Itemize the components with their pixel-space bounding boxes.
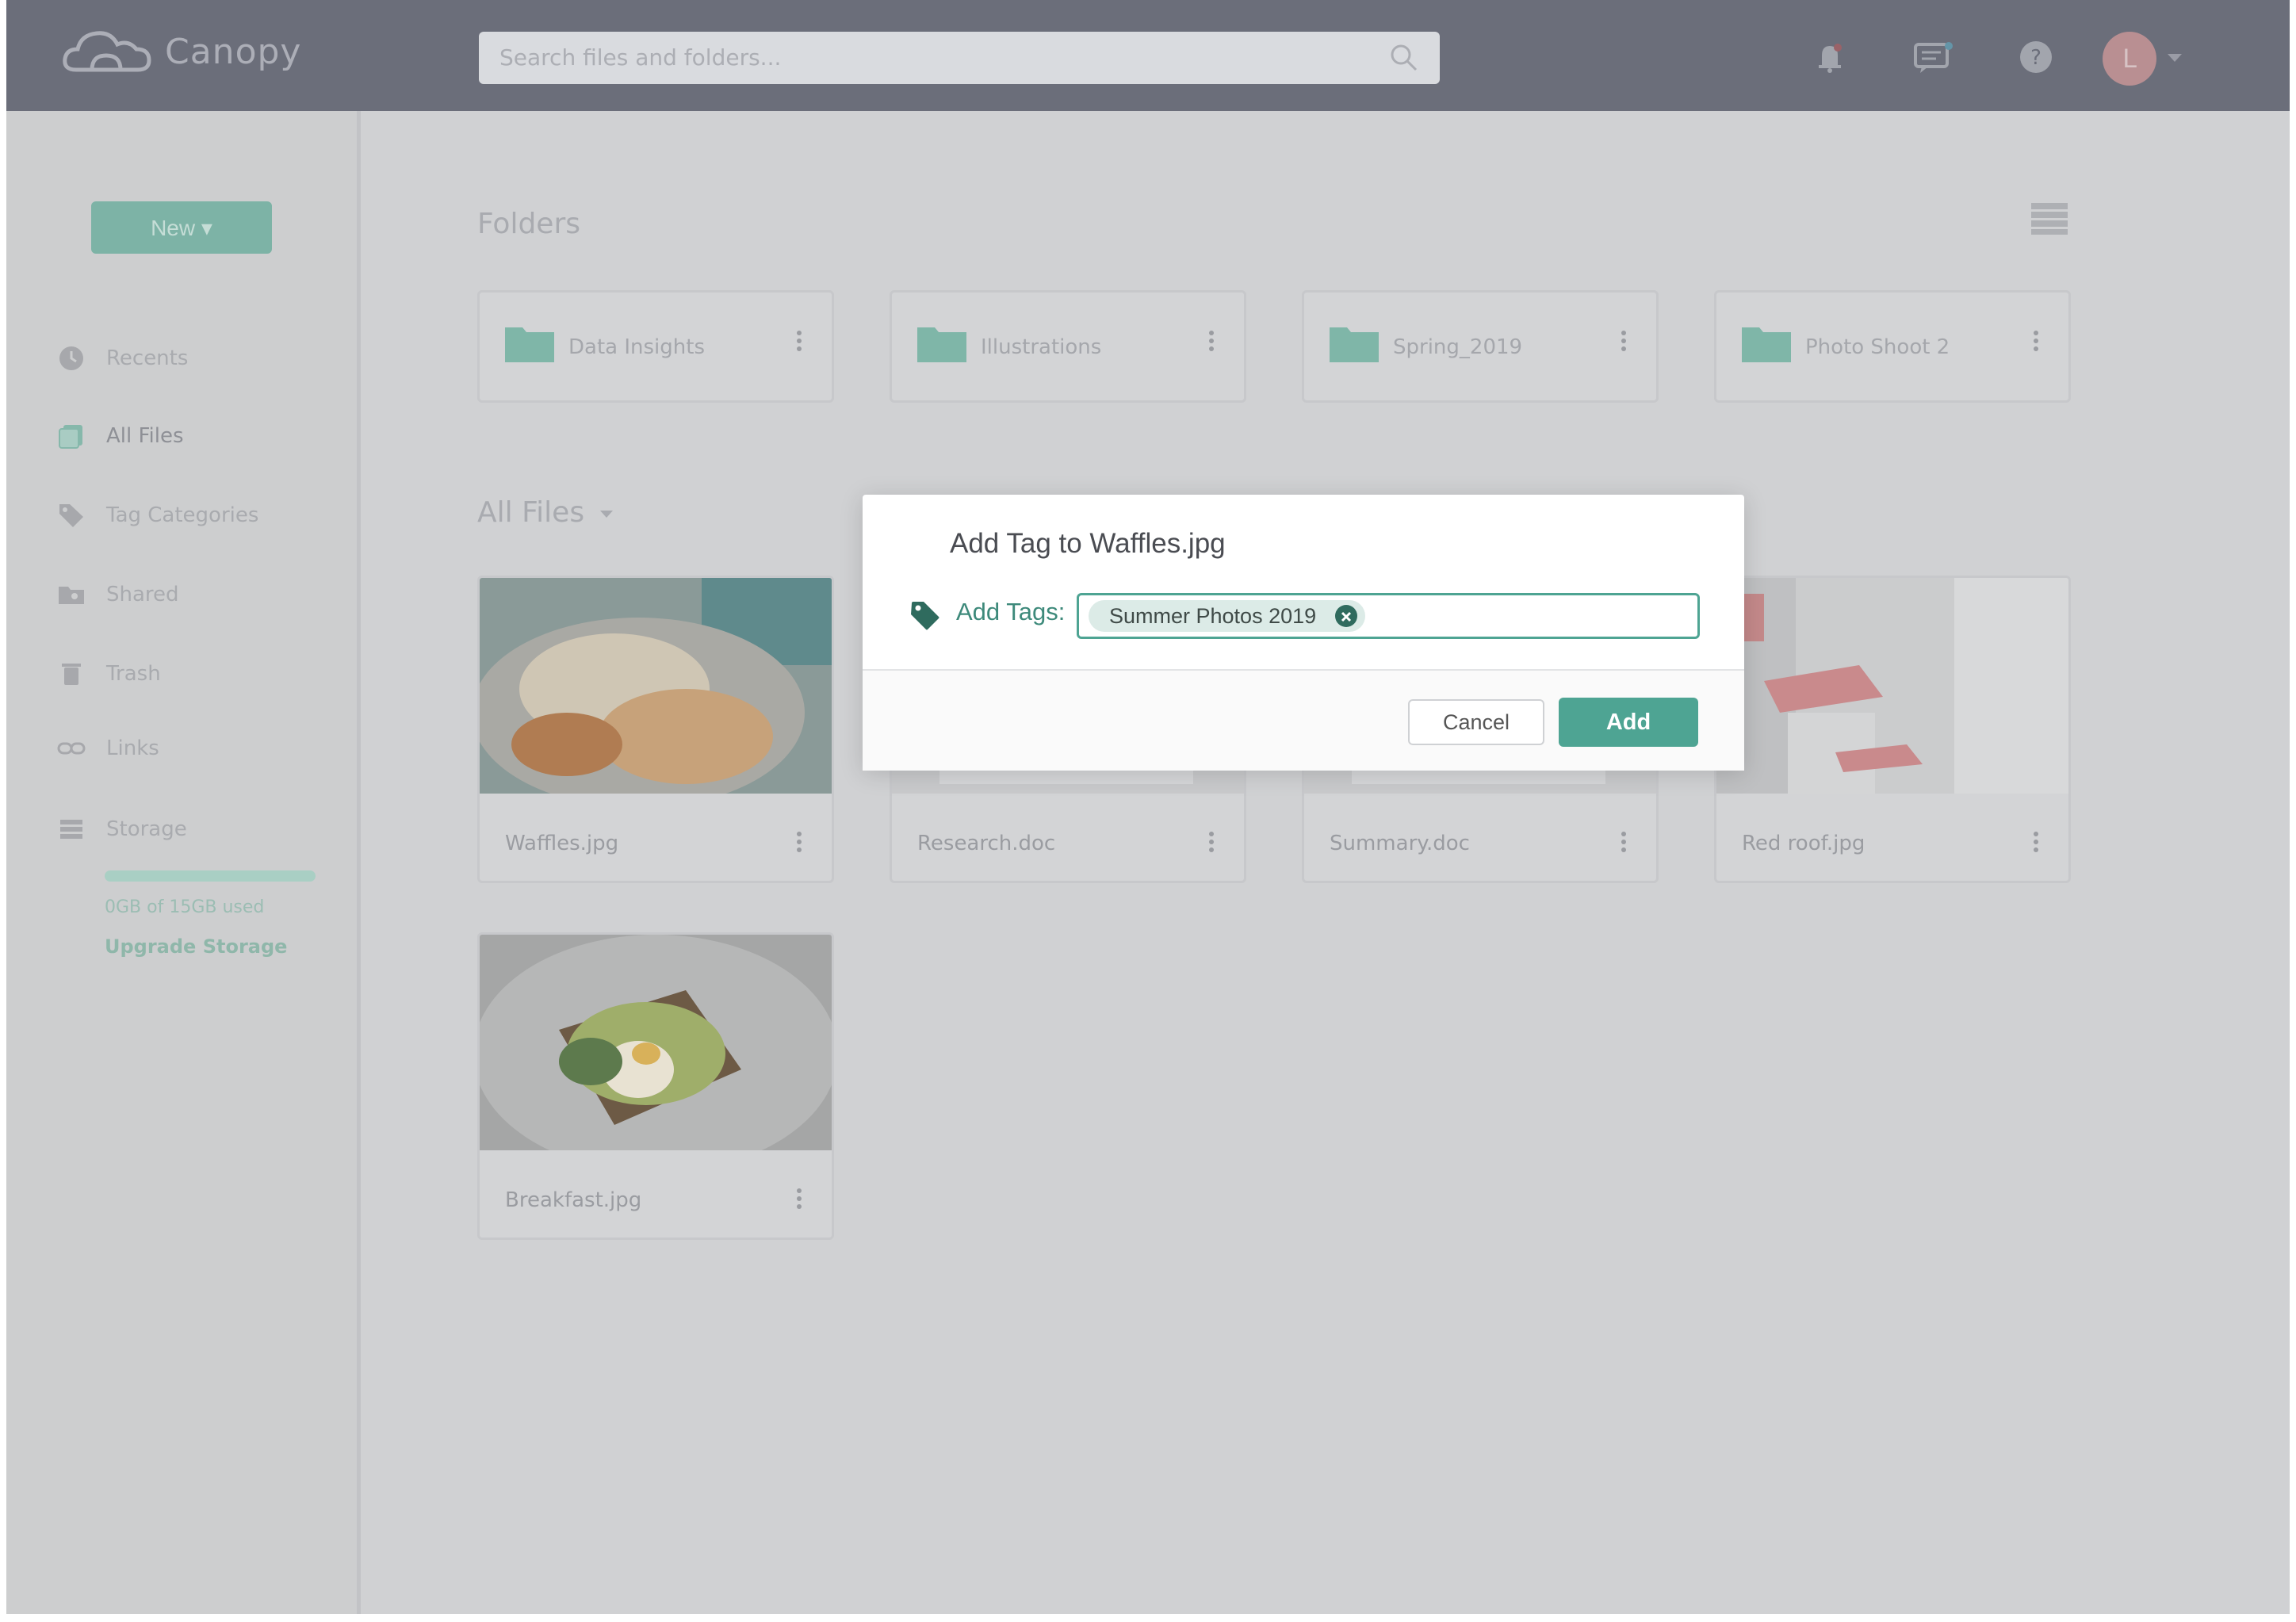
sidebar: New ▾ Recents All Files Tag Categories S… — [6, 111, 361, 1614]
more-options-icon[interactable] — [1621, 327, 1628, 354]
sidebar-item-recents[interactable]: Recents — [57, 344, 188, 373]
storage-icon — [60, 820, 82, 839]
sidebar-item-shared[interactable]: Shared — [57, 580, 179, 609]
more-options-icon[interactable] — [1621, 828, 1628, 855]
dialog-title: Add Tag to Waffles.jpg — [950, 528, 1226, 559]
storage-progress-bar — [105, 870, 316, 882]
folder-card[interactable]: Data Insights — [477, 290, 834, 403]
folder-icon — [1330, 327, 1379, 362]
app-name: Canopy — [165, 31, 302, 72]
folder-name: Photo Shoot 2 — [1805, 335, 1950, 359]
sidebar-item-label: Storage — [106, 817, 187, 841]
file-name: Waffles.jpg — [505, 832, 619, 855]
logo[interactable]: Canopy — [60, 24, 301, 79]
breakfast-thumbnail — [480, 935, 832, 1150]
chevron-down-icon — [599, 510, 613, 518]
sidebar-item-label: Tag Categories — [106, 503, 259, 527]
files-icon — [59, 425, 82, 449]
file-name: Breakfast.jpg — [505, 1188, 642, 1212]
more-options-icon[interactable] — [1209, 828, 1215, 855]
cloud-logo-icon — [63, 31, 151, 72]
bell-icon[interactable] — [1811, 38, 1849, 76]
upgrade-storage-link[interactable]: Upgrade Storage — [105, 935, 287, 958]
clock-icon — [59, 346, 83, 370]
more-options-icon[interactable] — [2034, 327, 2040, 354]
sidebar-item-label: All Files — [106, 424, 184, 448]
sidebar-item-links[interactable]: Links — [57, 734, 159, 763]
add-tag-dialog: Add Tag to Waffles.jpg Add Tags: Summer … — [863, 495, 1744, 771]
help-icon[interactable]: ? — [2017, 38, 2055, 76]
storage-used-text: 0GB of 15GB used — [105, 897, 265, 917]
remove-tag-icon[interactable] — [1335, 605, 1358, 627]
file-card[interactable]: Breakfast.jpg — [477, 932, 834, 1240]
search-input[interactable]: Search files and folders... — [479, 32, 1440, 84]
more-options-icon[interactable] — [2034, 828, 2040, 855]
chat-icon[interactable] — [1912, 38, 1955, 76]
new-button[interactable]: New ▾ — [91, 201, 272, 254]
folder-card[interactable]: Spring_2019 — [1302, 290, 1659, 403]
search-icon[interactable] — [1389, 43, 1419, 73]
sidebar-item-label: Shared — [106, 583, 179, 606]
all-files-title[interactable]: All Files — [477, 496, 613, 529]
folders-title: Folders — [477, 208, 581, 240]
tag-icon — [911, 602, 939, 630]
file-card[interactable]: Red roof.jpg — [1714, 576, 2071, 883]
list-view-icon[interactable] — [2031, 203, 2068, 235]
file-name: Research.doc — [917, 832, 1056, 855]
folder-icon — [505, 327, 554, 362]
sidebar-item-trash[interactable]: Trash — [57, 660, 161, 688]
sidebar-item-storage[interactable]: Storage — [57, 815, 187, 844]
avatar[interactable]: L — [2103, 32, 2156, 86]
file-name: Red roof.jpg — [1742, 832, 1866, 855]
folder-icon — [1742, 327, 1791, 362]
tags-input[interactable]: Summer Photos 2019 — [1077, 593, 1700, 639]
folder-name: Spring_2019 — [1393, 335, 1523, 359]
folder-card[interactable]: Photo Shoot 2 — [1714, 290, 2071, 403]
tag-chip: Summer Photos 2019 — [1089, 600, 1366, 632]
svg-text:?: ? — [2030, 46, 2042, 70]
folder-icon — [917, 327, 966, 362]
waffles-thumbnail — [480, 578, 832, 794]
sidebar-item-label: Links — [106, 736, 159, 760]
more-options-icon[interactable] — [797, 327, 803, 354]
top-bar: Canopy Search files and folders... ? L — [6, 0, 2290, 111]
folder-card[interactable]: Illustrations — [890, 290, 1246, 403]
search-placeholder: Search files and folders... — [499, 44, 782, 71]
trash-icon — [62, 664, 81, 685]
tag-icon — [59, 504, 83, 527]
more-options-icon[interactable] — [1209, 327, 1215, 354]
folder-name: Illustrations — [981, 335, 1102, 359]
more-options-icon[interactable] — [797, 1185, 803, 1212]
add-button[interactable]: Add — [1559, 698, 1698, 747]
app-window: Canopy Search files and folders... ? L N… — [6, 0, 2290, 1614]
link-icon — [57, 742, 86, 755]
add-tags-label: Add Tags: — [956, 598, 1066, 625]
chevron-down-icon[interactable] — [2168, 54, 2182, 62]
sidebar-item-label: Trash — [106, 662, 161, 686]
file-name: Summary.doc — [1330, 832, 1470, 855]
cancel-button[interactable]: Cancel — [1408, 699, 1544, 745]
shared-folder-icon — [59, 587, 84, 604]
more-options-icon[interactable] — [797, 828, 803, 855]
sidebar-item-label: Recents — [106, 346, 189, 370]
sidebar-item-tag-categories[interactable]: Tag Categories — [57, 501, 258, 530]
sidebar-item-all-files[interactable]: All Files — [57, 422, 184, 450]
folder-name: Data Insights — [568, 335, 705, 359]
file-card[interactable]: Waffles.jpg — [477, 576, 834, 883]
all-files-label: All Files — [477, 496, 585, 529]
red-roof-thumbnail — [1716, 578, 2068, 794]
tag-chip-label: Summer Photos 2019 — [1109, 604, 1317, 628]
